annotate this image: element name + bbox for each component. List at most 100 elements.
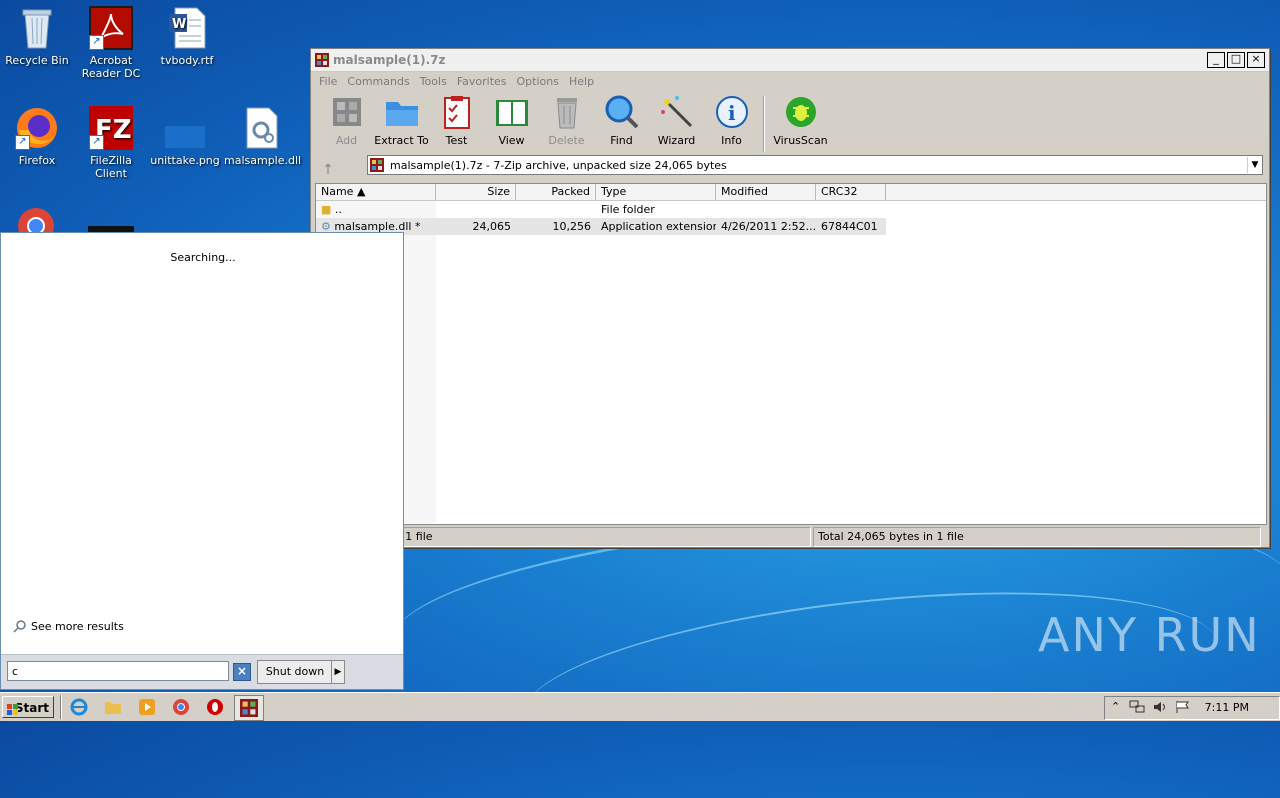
menu-commands[interactable]: Commands bbox=[347, 75, 409, 88]
internet-explorer-icon[interactable] bbox=[70, 698, 88, 716]
shortcut-arrow-icon: ↗ bbox=[89, 35, 104, 50]
action-center-flag-icon[interactable] bbox=[1175, 700, 1191, 717]
trash-icon bbox=[549, 94, 585, 130]
view-label: View bbox=[498, 134, 525, 147]
address-combobox[interactable]: malsample(1).7z - 7-Zip archive, unpacke… bbox=[367, 155, 1263, 175]
opera-icon[interactable] bbox=[206, 698, 224, 716]
start-label: Start bbox=[14, 701, 49, 715]
see-more-results-link[interactable]: See more results bbox=[13, 619, 124, 633]
desktop-icon-acrobat[interactable]: ↗ Acrobat Reader DC bbox=[74, 6, 148, 80]
find-label: Find bbox=[610, 134, 633, 147]
network-icon[interactable] bbox=[1129, 700, 1145, 717]
recycle-bin-icon bbox=[15, 6, 59, 50]
menu-favorites[interactable]: Favorites bbox=[457, 75, 507, 88]
taskbar-separator bbox=[60, 695, 62, 719]
column-header-modified[interactable]: Modified bbox=[716, 184, 816, 200]
sevenzip-taskbar-button[interactable] bbox=[234, 695, 264, 721]
info-button[interactable]: i Info bbox=[704, 94, 759, 147]
column-header-crc32[interactable]: CRC32 bbox=[816, 184, 886, 200]
column-header-size[interactable]: Size bbox=[436, 184, 516, 200]
minimize-button[interactable]: _ bbox=[1207, 52, 1225, 68]
desktop-icon-recycle-bin[interactable]: Recycle Bin bbox=[0, 6, 74, 67]
image-file-icon bbox=[163, 106, 207, 150]
type-cell: Application extension bbox=[601, 220, 716, 233]
magnifier-icon bbox=[604, 94, 640, 130]
column-header-name[interactable]: Name ▲ bbox=[316, 184, 436, 200]
up-arrow-icon[interactable]: ↑ bbox=[317, 162, 339, 178]
chevron-down-icon[interactable]: ▼ bbox=[1247, 157, 1262, 173]
status-bar: 24,065 bytes in 1 file Total 24,065 byte… bbox=[311, 527, 1269, 547]
chrome-icon[interactable] bbox=[172, 698, 190, 716]
clear-search-icon[interactable]: × bbox=[233, 663, 251, 681]
taskbar: Start ⌃ 7:11 PM bbox=[0, 692, 1280, 721]
packed-cell: 10,256 bbox=[552, 220, 592, 233]
delete-button[interactable]: Delete bbox=[539, 94, 594, 147]
close-button[interactable]: × bbox=[1247, 52, 1265, 68]
test-button[interactable]: Test bbox=[429, 94, 484, 147]
window-titlebar[interactable]: malsample(1).7z _ □ × bbox=[311, 49, 1269, 72]
maximize-button[interactable]: □ bbox=[1227, 52, 1245, 68]
search-icon bbox=[13, 619, 27, 633]
volume-icon[interactable] bbox=[1153, 700, 1169, 717]
shutdown-button[interactable]: Shut down bbox=[257, 660, 333, 684]
add-icon bbox=[329, 94, 365, 130]
status-total: Total 24,065 bytes in 1 file bbox=[813, 527, 1261, 547]
chevron-right-icon[interactable]: ▶ bbox=[331, 660, 345, 684]
menu-help[interactable]: Help bbox=[569, 75, 594, 88]
table-row[interactable]: ■ .. File folder bbox=[316, 201, 1266, 218]
desktop-icon-filezilla[interactable]: FZ ↗ FileZilla Client bbox=[74, 106, 148, 180]
desktop-icon-firefox[interactable]: ↗ Firefox bbox=[0, 106, 74, 167]
desktop-icon-label: Recycle Bin bbox=[5, 54, 69, 67]
menu-file[interactable]: File bbox=[319, 75, 337, 88]
start-button[interactable]: Start bbox=[2, 696, 54, 718]
show-hidden-icons-icon[interactable]: ⌃ bbox=[1111, 700, 1120, 713]
add-label: Add bbox=[335, 134, 358, 147]
checklist-icon bbox=[439, 94, 475, 130]
bug-icon bbox=[783, 94, 819, 130]
test-label: Test bbox=[445, 134, 468, 147]
info-icon: i bbox=[714, 94, 750, 130]
wizard-label: Wizard bbox=[657, 134, 696, 147]
menu-tools[interactable]: Tools bbox=[420, 75, 447, 88]
menu-bar: File Commands Tools Favorites Options He… bbox=[311, 72, 1269, 90]
toolbar: Add Extract To Test View Delete Find Wiz… bbox=[311, 90, 1269, 158]
desktop-icon-malsample-dll[interactable]: malsample.dll bbox=[224, 106, 301, 167]
name-cell: ■ .. bbox=[321, 203, 342, 216]
window-title: malsample(1).7z bbox=[333, 53, 446, 67]
desktop-icon-unittake[interactable]: unittake.png bbox=[148, 106, 222, 167]
column-header-type[interactable]: Type bbox=[596, 184, 716, 200]
virusscan-button[interactable]: VirusScan bbox=[773, 94, 828, 147]
desktop-icon-label: Acrobat Reader DC bbox=[81, 54, 141, 80]
extract-to-button[interactable]: Extract To bbox=[374, 94, 429, 147]
column-header-packed[interactable]: Packed bbox=[516, 184, 596, 200]
desktop-icon-label: tvbody.rtf bbox=[160, 54, 214, 67]
size-cell: 24,065 bbox=[472, 220, 512, 233]
virusscan-label: VirusScan bbox=[773, 134, 828, 147]
firefox-icon: ↗ bbox=[15, 106, 59, 150]
svg-text:i: i bbox=[728, 101, 736, 125]
acrobat-icon: ↗ bbox=[89, 6, 133, 50]
chrome-icon bbox=[14, 204, 58, 244]
view-button[interactable]: View bbox=[484, 94, 539, 147]
see-more-label: See more results bbox=[31, 619, 124, 633]
book-icon bbox=[494, 94, 530, 130]
shortcut-arrow-icon: ↗ bbox=[15, 135, 30, 150]
file-list[interactable]: Name ▲ Size Packed Type Modified CRC32 ■… bbox=[315, 183, 1267, 525]
word-document-icon: W bbox=[165, 6, 209, 50]
wizard-button[interactable]: Wizard bbox=[649, 94, 704, 147]
modified-cell: 4/26/2011 2:52... bbox=[721, 220, 816, 233]
media-player-icon[interactable] bbox=[138, 698, 156, 716]
menu-options[interactable]: Options bbox=[517, 75, 559, 88]
anyrun-watermark: ANY RUN bbox=[1038, 608, 1261, 662]
find-button[interactable]: Find bbox=[594, 94, 649, 147]
dll-file-icon bbox=[239, 106, 283, 150]
search-input[interactable]: c bbox=[7, 661, 229, 681]
add-button[interactable]: Add bbox=[319, 94, 374, 147]
clock[interactable]: 7:11 PM bbox=[1205, 701, 1249, 714]
system-tray: ⌃ 7:11 PM bbox=[1104, 696, 1280, 720]
folder-icon: ■ bbox=[321, 203, 332, 216]
searching-text: Searching... bbox=[170, 251, 236, 264]
crc-cell: 67844C01 bbox=[821, 220, 878, 233]
desktop-icon-tvbody[interactable]: W tvbody.rtf bbox=[150, 6, 224, 67]
file-explorer-icon[interactable] bbox=[104, 698, 122, 716]
